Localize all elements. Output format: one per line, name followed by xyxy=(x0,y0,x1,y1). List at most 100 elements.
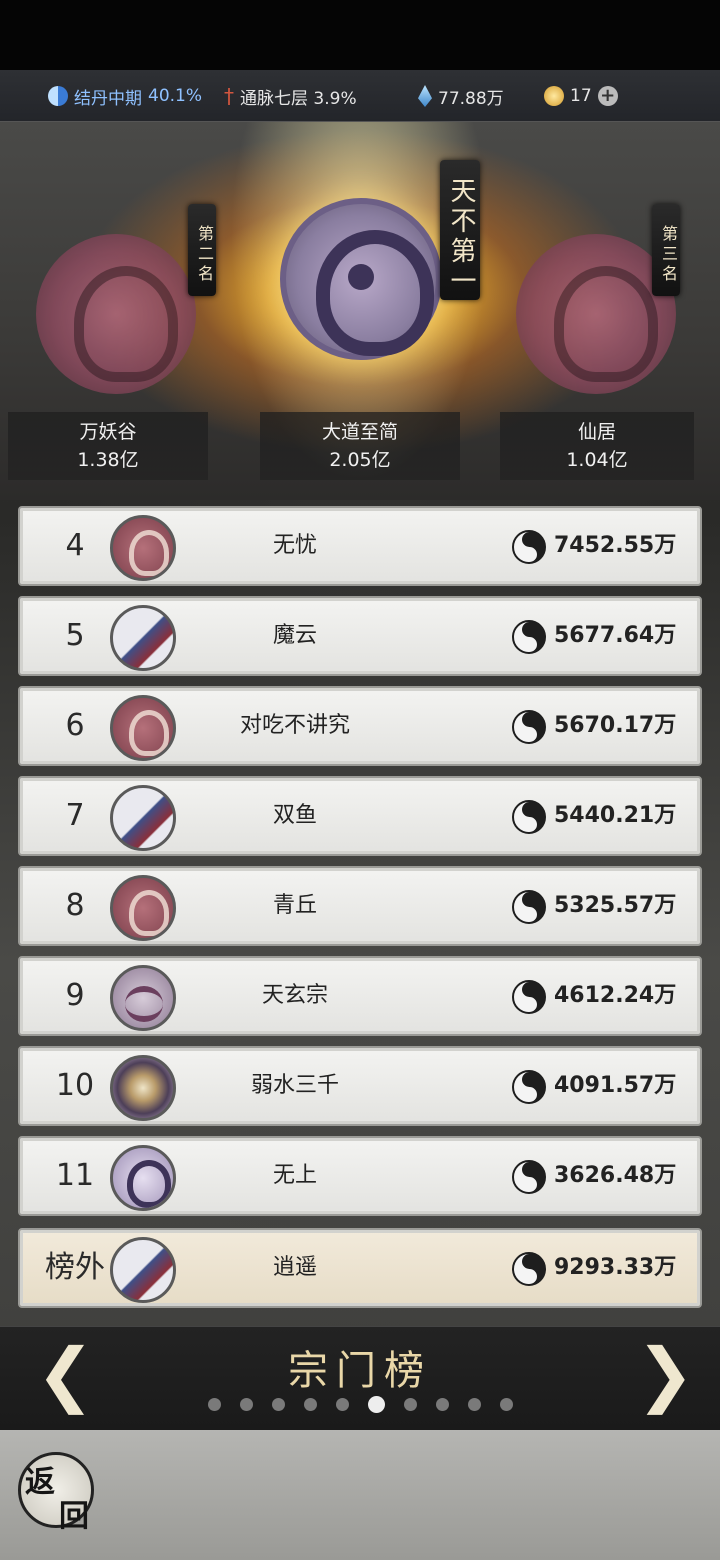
sect-score: 7452.55万 xyxy=(554,533,677,558)
page-dot[interactable] xyxy=(303,1398,317,1411)
sect-name: 魔云 xyxy=(272,623,317,648)
leaderboard-title: 宗门榜 xyxy=(288,1348,432,1394)
taiji-icon xyxy=(512,1070,546,1104)
sect-avatar xyxy=(110,1055,176,1121)
meridian-label: 通脉七层 3.9% xyxy=(240,88,357,109)
first-place-name: 大道至简 xyxy=(321,421,398,443)
own-sect-score: 9293.33万 xyxy=(554,1255,677,1280)
first-place-plaque: 天不第一 xyxy=(440,160,480,300)
sect-name: 天玄宗 xyxy=(261,983,328,1008)
sect-name: 弱水三千 xyxy=(250,1073,339,1098)
rank-number: 5 xyxy=(65,618,85,653)
rank-number: 9 xyxy=(65,978,85,1013)
taiji-icon xyxy=(512,980,546,1014)
back-label-2: 回 xyxy=(59,1499,89,1534)
rank-row[interactable]: 9 天玄宗 4612.24万 xyxy=(18,956,702,1036)
sect-avatar xyxy=(110,875,176,941)
realm-resource[interactable]: 结丹中期 40.1% xyxy=(48,70,202,122)
taiji-icon xyxy=(512,710,546,744)
realm-progress: 40.1% xyxy=(148,86,203,106)
page-dot[interactable] xyxy=(271,1398,285,1411)
rank-row[interactable]: 7 双鱼 5440.21万 xyxy=(18,776,702,856)
rank-number: 8 xyxy=(65,888,85,923)
second-place-score: 1.38亿 xyxy=(77,449,139,471)
sword-icon: † xyxy=(224,84,234,108)
sect-avatar xyxy=(110,785,176,851)
taiji-icon xyxy=(512,1252,546,1286)
rank-row[interactable]: 10 弱水三千 4091.57万 xyxy=(18,1046,702,1126)
page-dot[interactable] xyxy=(403,1398,417,1411)
page-dot[interactable] xyxy=(207,1398,221,1411)
own-sect-name: 逍遥 xyxy=(272,1255,317,1280)
page-dot[interactable] xyxy=(335,1398,349,1411)
sect-name: 双鱼 xyxy=(272,803,317,828)
sect-score: 4612.24万 xyxy=(554,983,677,1008)
rank-number: 6 xyxy=(65,708,85,743)
third-place-label: 仙居 1.04亿 xyxy=(500,412,694,480)
sect-avatar xyxy=(110,1145,176,1211)
taiji-blue-icon xyxy=(48,86,68,106)
page-dot[interactable] xyxy=(467,1398,481,1411)
spirit-stone-resource[interactable]: 77.88万 xyxy=(418,70,504,122)
crystal-icon xyxy=(418,85,432,107)
gold-value: 17 xyxy=(570,86,592,106)
second-place-emblem[interactable] xyxy=(36,234,196,394)
page-dot[interactable] xyxy=(239,1398,253,1411)
taiji-icon xyxy=(512,620,546,654)
page-indicator xyxy=(0,1396,720,1413)
sect-avatar xyxy=(110,695,176,761)
rank-number: 4 xyxy=(65,528,85,563)
sect-avatar xyxy=(110,515,176,581)
spirit-stone-value: 77.88万 xyxy=(438,88,504,109)
page-dot[interactable] xyxy=(435,1398,449,1411)
leaderboard-pager: 宗门榜 xyxy=(0,1326,720,1430)
sect-name: 对吃不讲究 xyxy=(239,713,350,738)
own-rank-number: 榜外 xyxy=(45,1250,105,1285)
own-rank-row[interactable]: 榜外 逍遥 9293.33万 xyxy=(18,1228,702,1308)
sect-name: 无忧 xyxy=(272,533,317,558)
sect-score: 5325.57万 xyxy=(554,893,677,918)
realm-name: 结丹中期 xyxy=(74,88,142,109)
second-place-name: 万妖谷 xyxy=(79,421,137,443)
third-place-name: 仙居 xyxy=(577,421,616,443)
taiji-icon xyxy=(512,530,546,564)
first-place-label: 大道至简 2.05亿 xyxy=(260,412,460,480)
first-place-emblem[interactable] xyxy=(280,198,442,360)
resource-bar: 结丹中期 40.1% † 通脉七层 3.9% 77.88万 17 + xyxy=(0,70,720,122)
rank-number: 10 xyxy=(55,1068,95,1103)
second-place-label: 万妖谷 1.38亿 xyxy=(8,412,208,480)
third-place-score: 1.04亿 xyxy=(566,449,628,471)
back-label-1: 返 xyxy=(25,1465,55,1500)
rank-row[interactable]: 8 青丘 5325.57万 xyxy=(18,866,702,946)
taiji-icon xyxy=(512,890,546,924)
rank-number: 11 xyxy=(55,1158,95,1193)
rank-number: 7 xyxy=(65,798,85,833)
sect-score: 5670.17万 xyxy=(554,713,677,738)
footer-area xyxy=(0,1430,720,1560)
sect-avatar xyxy=(110,605,176,671)
add-gold-button[interactable]: + xyxy=(597,86,618,106)
rank-row[interactable]: 4 无忧 7452.55万 xyxy=(18,506,702,586)
third-place-plaque: 第三名 xyxy=(652,204,680,296)
sect-name: 青丘 xyxy=(272,893,317,918)
rank-row[interactable]: 6 对吃不讲究 5670.17万 xyxy=(18,686,702,766)
taiji-icon xyxy=(512,1160,546,1194)
gold-resource[interactable]: 17 + xyxy=(544,70,618,122)
coin-icon xyxy=(544,86,564,106)
rank-row[interactable]: 11 无上 3626.48万 xyxy=(18,1136,702,1216)
page-dot[interactable] xyxy=(499,1398,513,1411)
page-dot-active[interactable] xyxy=(367,1396,385,1413)
rank-row[interactable]: 5 魔云 5677.64万 xyxy=(18,596,702,676)
taiji-icon xyxy=(512,800,546,834)
sect-score: 5440.21万 xyxy=(554,803,677,828)
first-place-score: 2.05亿 xyxy=(329,449,391,471)
sect-score: 4091.57万 xyxy=(554,1073,677,1098)
back-button[interactable]: 返 回 xyxy=(18,1452,94,1534)
meridian-resource[interactable]: † 通脉七层 3.9% xyxy=(224,70,357,122)
second-place-plaque: 第二名 xyxy=(188,204,216,296)
sect-avatar xyxy=(110,965,176,1031)
sect-name: 无上 xyxy=(272,1163,317,1188)
status-bar xyxy=(0,0,720,70)
own-sect-avatar xyxy=(110,1237,176,1303)
sect-score: 5677.64万 xyxy=(554,623,677,648)
